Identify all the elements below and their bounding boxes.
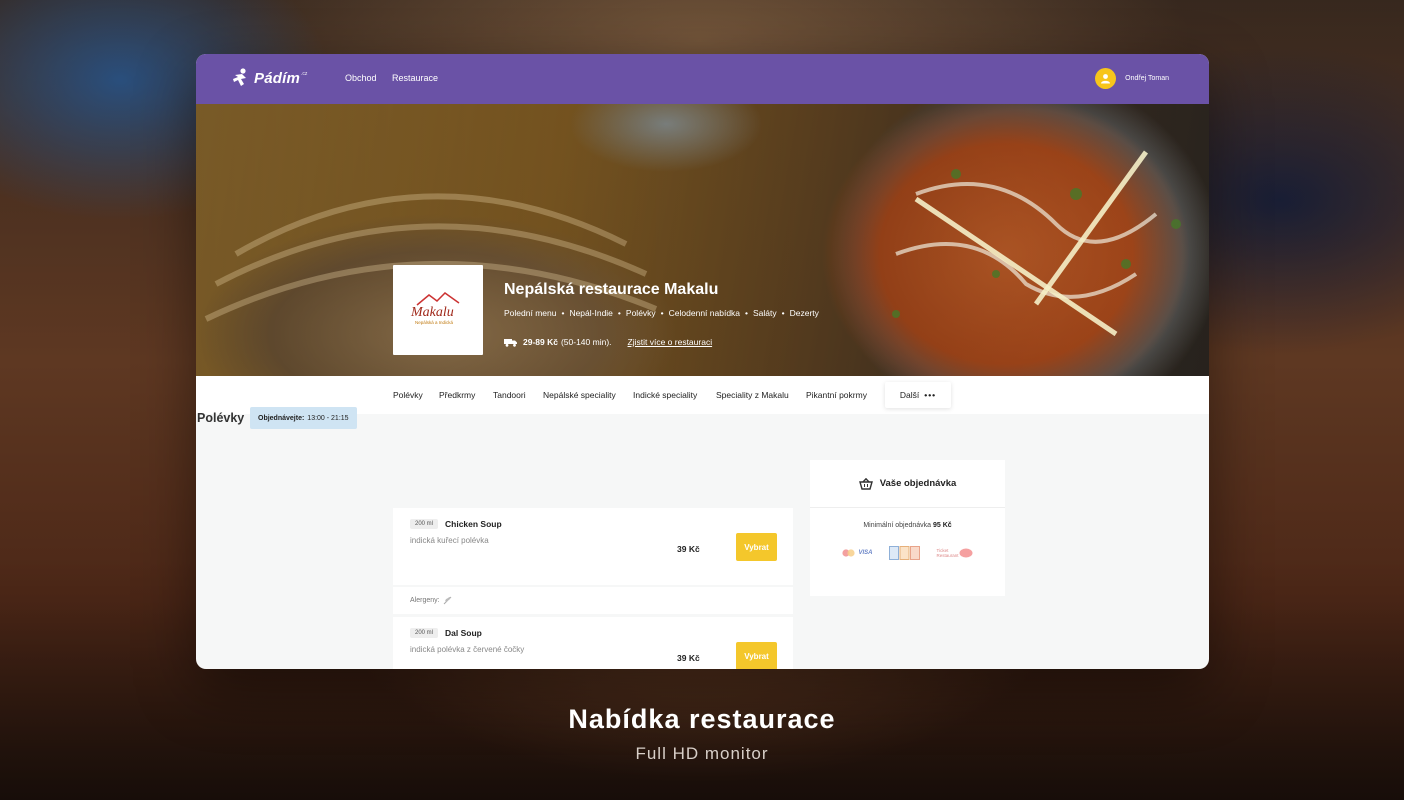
order-hours-badge: Objednávejte: 13:00 - 21:15 <box>250 407 357 429</box>
order-title: Vaše objednávka <box>879 478 957 489</box>
wheat-icon[interactable] <box>443 596 452 605</box>
item-name: Dal Soup <box>445 628 482 638</box>
min-order-label: Minimální objednávka <box>863 522 932 529</box>
ticket-restaurant-label: Ticket Restaurant <box>936 548 959 558</box>
menu-item: 200 ml Dal Soup indická polévka z červen… <box>393 617 793 669</box>
item-size: 200 ml <box>410 519 439 529</box>
allergens-row: Alergeny: <box>393 587 793 614</box>
item-description: indická kuřecí polévka <box>410 536 489 545</box>
order-summary-card: Vaše objednávka Minimální objednávka 95 … <box>810 460 1005 596</box>
payment-visa: VISA <box>842 549 873 557</box>
visa-label: VISA <box>858 550 873 556</box>
min-order-value: 95 Kč <box>932 522 952 529</box>
caption-title: Nabídka restaurace <box>568 704 836 734</box>
item-name: Chicken Soup <box>445 519 502 529</box>
section-title: Polévky <box>197 411 245 425</box>
ticket-restaurant-icon <box>959 548 972 558</box>
mastercard-icon <box>842 549 856 557</box>
item-description: indická polévka z červené čočky <box>410 645 525 654</box>
allergens-label: Alergeny: <box>410 597 440 604</box>
payment-ticket-restaurant: Ticket Restaurant <box>937 548 973 558</box>
item-price: 39 Kč <box>677 653 700 663</box>
payment-methods: VISA Ticket Restaurant <box>810 546 1005 560</box>
order-hours-value: 13:00 - 21:15 <box>307 414 349 422</box>
select-item-button[interactable]: Vybrat <box>736 533 777 561</box>
menu-item: 200 ml Chicken Soup indická kuřecí polév… <box>393 508 793 585</box>
content-layer: Polévky Objednávejte: 13:00 - 21:15 200 … <box>196 54 1209 669</box>
caption-subtitle: Full HD monitor <box>635 744 769 763</box>
order-header: Vaše objednávka <box>810 460 1005 508</box>
item-price: 39 Kč <box>677 544 700 554</box>
item-size: 200 ml <box>410 628 439 638</box>
basket-icon <box>858 477 873 490</box>
payment-voucher <box>888 546 921 560</box>
order-hours-label: Objednávejte: <box>258 414 305 422</box>
meal-voucher-icon <box>888 546 920 560</box>
minimum-order: Minimální objednávka 95 Kč <box>810 522 1005 529</box>
select-item-button[interactable]: Vybrat <box>736 642 777 669</box>
